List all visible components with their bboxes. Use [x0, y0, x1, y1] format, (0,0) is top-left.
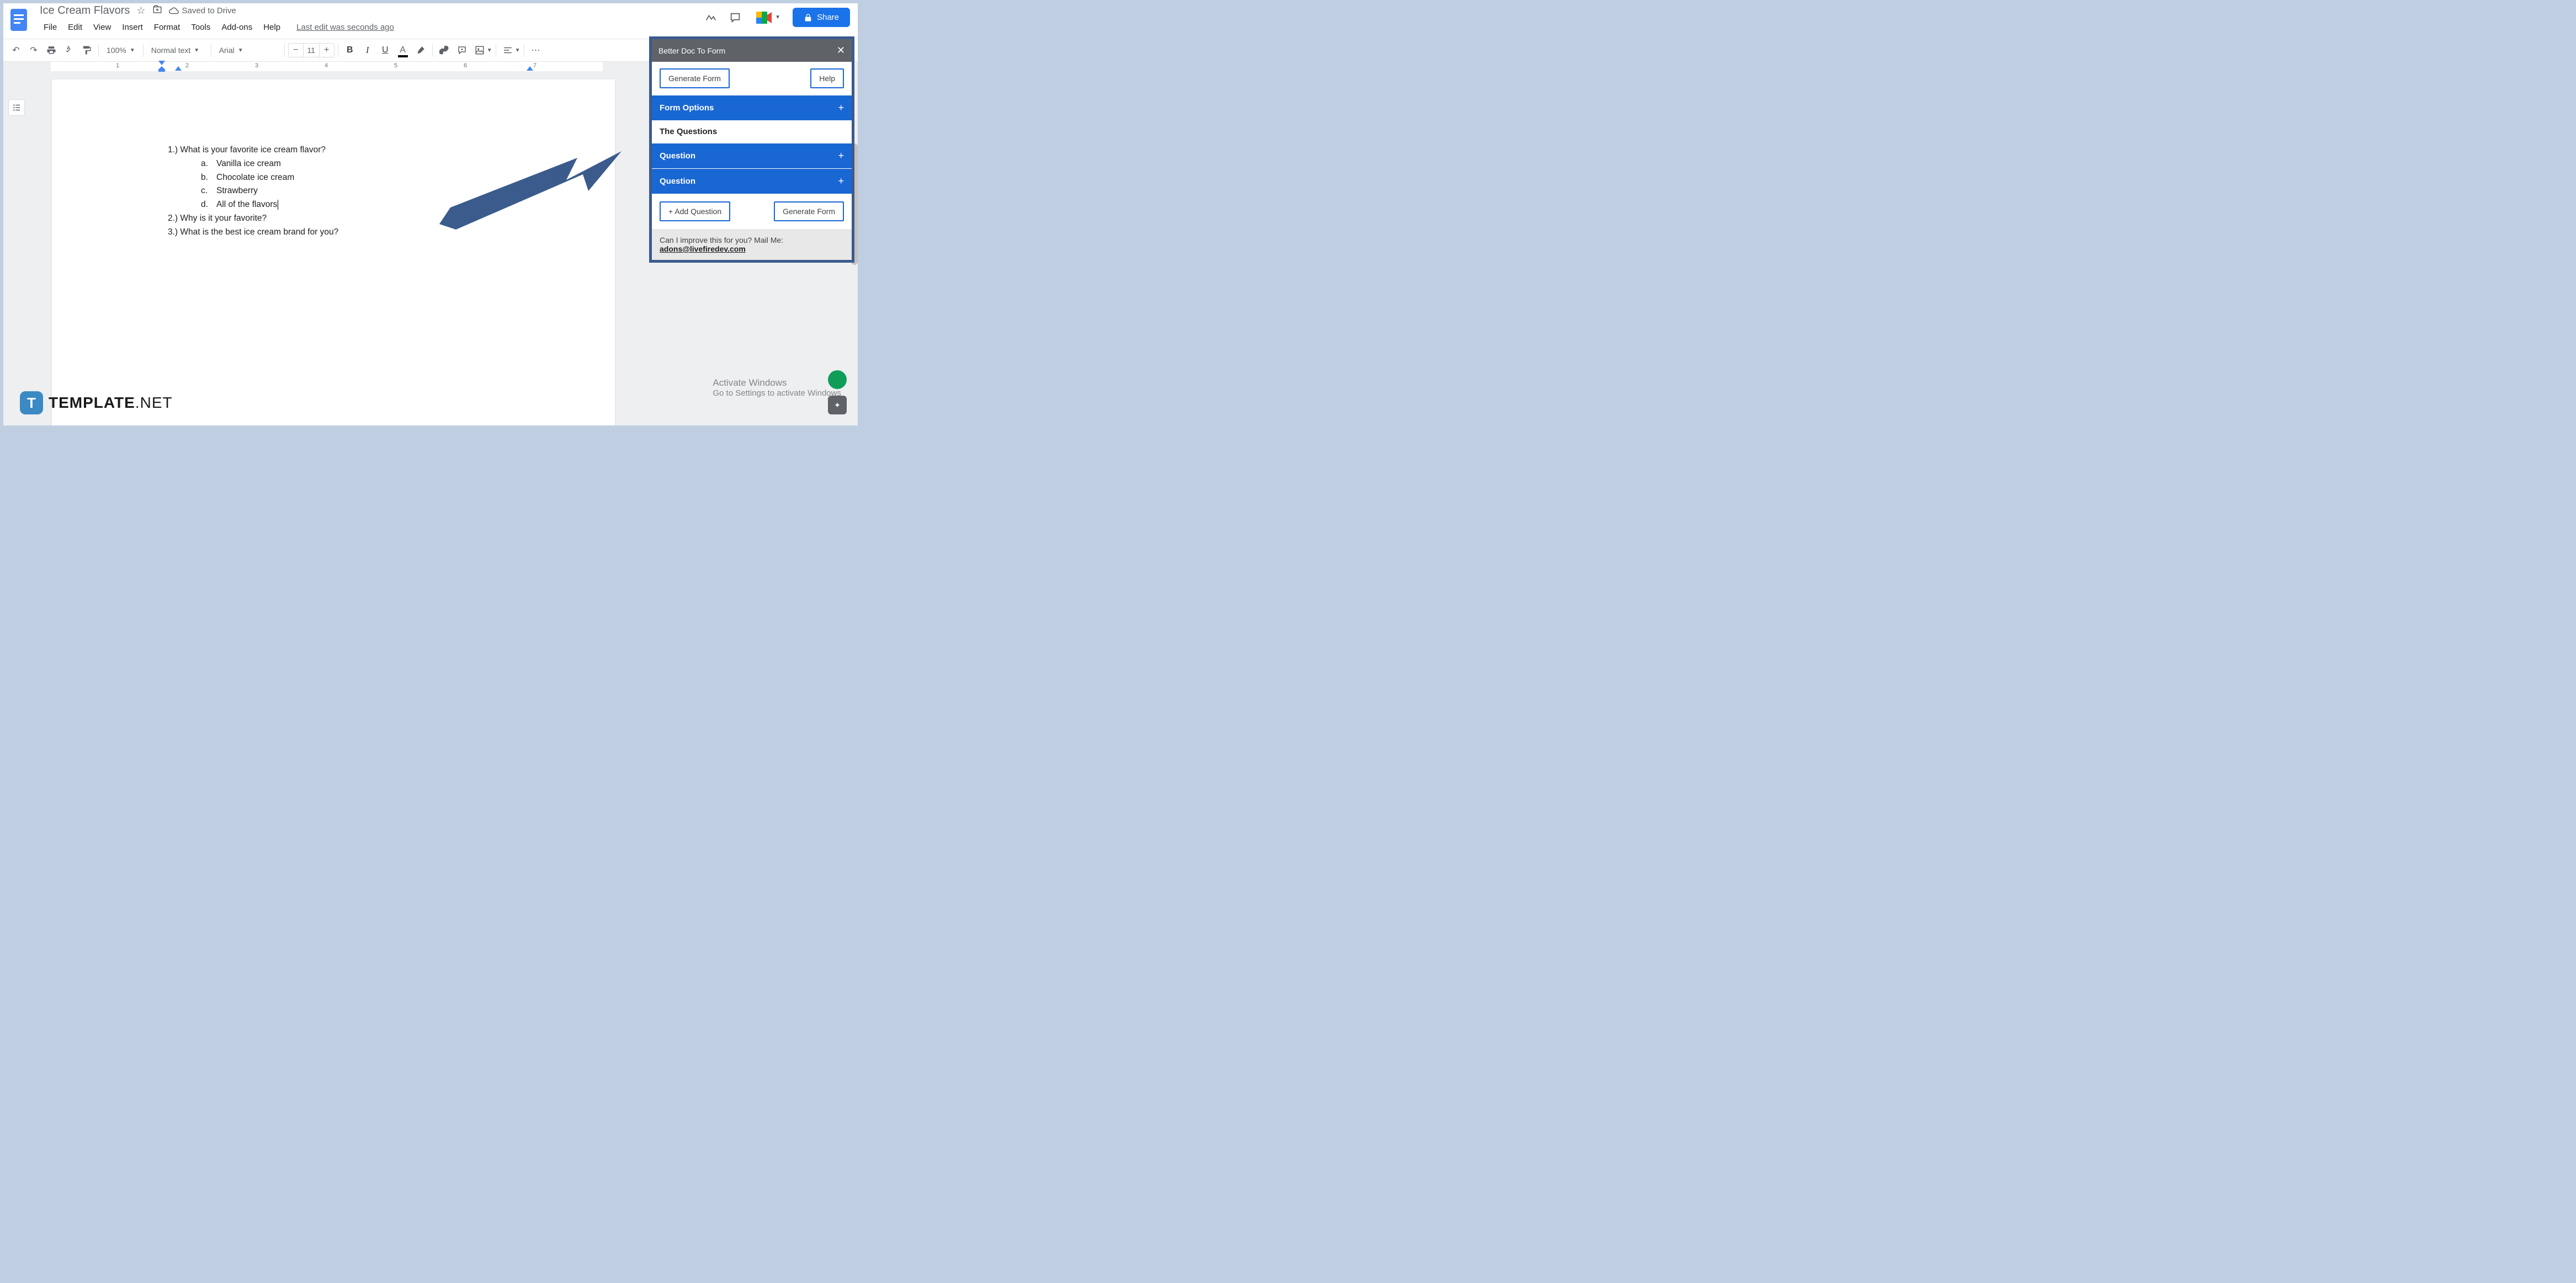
text-color-button[interactable]: A: [395, 42, 411, 58]
insert-image-button[interactable]: [471, 42, 488, 58]
undo-button[interactable]: ↶: [8, 42, 24, 58]
generate-form-button-bottom[interactable]: Generate Form: [774, 201, 844, 221]
help-button[interactable]: Help: [810, 68, 844, 88]
chevron-down-icon: ▼: [238, 47, 243, 54]
last-edit-link[interactable]: Last edit was seconds ago: [296, 23, 394, 32]
form-options-section[interactable]: Form Options +: [652, 95, 852, 120]
add-question-button[interactable]: + Add Question: [660, 201, 730, 221]
title-row: Ice Cream Flavors ☆ Saved to Drive: [35, 4, 703, 17]
close-icon[interactable]: ✕: [837, 45, 845, 56]
cloud-icon: [169, 6, 179, 16]
print-button[interactable]: [43, 42, 60, 58]
addon-sidebar-panel: Better Doc To Form ✕ Generate Form Help …: [649, 36, 854, 263]
move-icon[interactable]: [152, 4, 162, 17]
separator: [98, 44, 99, 57]
separator: [284, 44, 285, 57]
templatenet-logo: T TEMPLATE.NET: [20, 391, 173, 414]
the-questions-header: The Questions: [652, 120, 852, 143]
redo-button[interactable]: ↷: [25, 42, 42, 58]
align-button[interactable]: [500, 42, 516, 58]
meet-button[interactable]: ▼: [752, 8, 784, 27]
activity-icon[interactable]: [703, 10, 719, 25]
panel-footer: Can I improve this for you? Mail Me: ado…: [652, 229, 852, 260]
underline-button[interactable]: U: [377, 42, 394, 58]
ruler-tick: 2: [185, 62, 189, 69]
meet-icon: [755, 10, 773, 25]
menu-view[interactable]: View: [88, 19, 116, 35]
header-center: Ice Cream Flavors ☆ Saved to Drive File …: [35, 3, 703, 35]
menu-bar: File Edit View Insert Format Tools Add-o…: [35, 19, 703, 35]
footer-email-link[interactable]: adons@livefiredev.com: [660, 244, 746, 253]
chevron-down-icon: ▼: [515, 47, 520, 54]
lock-icon: [804, 13, 812, 22]
separator: [143, 44, 144, 57]
question-section-2[interactable]: Question +: [652, 168, 852, 194]
paint-format-button[interactable]: [78, 42, 95, 58]
star-icon[interactable]: ☆: [136, 5, 145, 17]
left-gutter: [3, 72, 30, 425]
panel-title: Better Doc To Form: [658, 46, 725, 55]
plus-icon: +: [838, 150, 844, 162]
logo-text: TEMPLATE.NET: [49, 394, 173, 412]
ruler-tick: 5: [394, 62, 397, 69]
spellcheck-button[interactable]: [61, 42, 77, 58]
menu-insert[interactable]: Insert: [117, 19, 148, 35]
docs-header: Ice Cream Flavors ☆ Saved to Drive File …: [3, 3, 858, 39]
ruler-tick: 7: [533, 62, 537, 69]
ruler-tick: 3: [255, 62, 258, 69]
chevron-down-icon: ▼: [487, 47, 492, 54]
dictionary-button[interactable]: ✦: [828, 396, 847, 414]
menu-edit[interactable]: Edit: [63, 19, 87, 35]
menu-help[interactable]: Help: [258, 19, 285, 35]
separator: [432, 44, 433, 57]
increase-font-button[interactable]: +: [320, 44, 334, 57]
menu-format[interactable]: Format: [149, 19, 185, 35]
panel-body: Generate Form Help Form Options + The Qu…: [652, 62, 852, 260]
font-select[interactable]: Arial ▼: [215, 42, 281, 58]
outline-button[interactable]: [8, 99, 25, 116]
chevron-down-icon: ▼: [130, 47, 135, 54]
menu-file[interactable]: File: [39, 19, 62, 35]
menu-tools[interactable]: Tools: [186, 19, 215, 35]
panel-header: Better Doc To Form ✕: [652, 39, 852, 62]
comments-icon[interactable]: [727, 10, 743, 25]
docs-logo-icon[interactable]: [8, 7, 30, 33]
document-title[interactable]: Ice Cream Flavors: [40, 4, 130, 17]
windows-activation-watermark: Activate Windows Go to Settings to activ…: [713, 377, 841, 398]
header-right: ▼ Share: [703, 3, 850, 27]
italic-button[interactable]: I: [359, 42, 376, 58]
decrease-font-button[interactable]: −: [289, 44, 303, 57]
ruler-tick: 6: [464, 62, 467, 69]
annotation-arrow: [439, 147, 627, 257]
panel-top-buttons: Generate Form Help: [652, 62, 852, 95]
logo-badge: T: [20, 391, 43, 414]
app-window: Ice Cream Flavors ☆ Saved to Drive File …: [0, 0, 861, 429]
bold-button[interactable]: B: [342, 42, 358, 58]
styles-select[interactable]: Normal text ▼: [147, 42, 208, 58]
more-button[interactable]: ⋯: [528, 42, 544, 58]
plus-icon: +: [838, 102, 844, 114]
highlight-button[interactable]: [412, 42, 429, 58]
chevron-down-icon: ▼: [194, 47, 199, 54]
chevron-down-icon: ▼: [775, 14, 780, 20]
share-button[interactable]: Share: [793, 8, 850, 27]
zoom-select[interactable]: 100% ▼: [102, 42, 140, 58]
plus-icon: +: [838, 175, 844, 187]
insert-comment-button[interactable]: [454, 42, 470, 58]
ruler-tick: 4: [325, 62, 328, 69]
generate-form-button-top[interactable]: Generate Form: [660, 68, 730, 88]
menu-addons[interactable]: Add-ons: [216, 19, 257, 35]
font-size-control: − 11 +: [288, 43, 334, 57]
saved-status: Saved to Drive: [169, 6, 236, 16]
ruler-tick: 1: [116, 62, 119, 69]
question-section-1[interactable]: Question +: [652, 143, 852, 168]
insert-link-button[interactable]: [436, 42, 453, 58]
font-size-value[interactable]: 11: [303, 44, 320, 57]
panel-bottom-buttons: + Add Question Generate Form: [652, 194, 852, 229]
